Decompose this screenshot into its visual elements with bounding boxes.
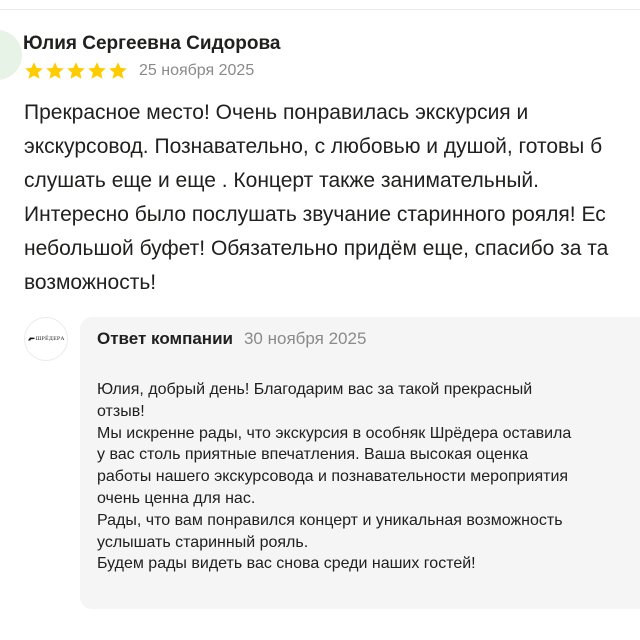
- text-line: небольшой буфет! Обязательно придём еще,…: [24, 237, 609, 260]
- review-author-name[interactable]: Юлия Сергеевна Сидорова: [23, 33, 280, 55]
- text-line: Юлия, добрый день! Благодарим вас за так…: [97, 381, 533, 398]
- review-text: Прекрасное место! Очень понравилась экск…: [24, 96, 640, 300]
- text-line: очень ценна для нас.: [97, 489, 256, 507]
- star-icon: [67, 62, 85, 79]
- reply-date: 30 ноября 2025: [243, 329, 367, 348]
- company-reply-card: Ответ компании 30 ноября 2025 Юлия, добр…: [80, 317, 640, 609]
- company-logo[interactable]: ШРЁДЕРА: [24, 317, 68, 361]
- rating-row: 25 ноября 2025: [24, 61, 254, 81]
- text-line: Будем рады видеть вас снова среди наших …: [97, 555, 476, 573]
- text-line: работы нашего экскурсовода и познаватель…: [97, 468, 569, 486]
- company-logo-text: ШРЁДЕРА: [35, 336, 65, 342]
- review-page: Юлия Сергеевна Сидорова 25 ноября 2025 П…: [0, 0, 640, 640]
- star-icon: [25, 62, 43, 79]
- star-icon: [46, 62, 64, 79]
- divider: [0, 9, 640, 10]
- text-line: слушать еще и еще . Концерт также занима…: [24, 169, 539, 192]
- star-icon: [88, 62, 106, 79]
- star-icon: [109, 62, 127, 79]
- rating-stars: [24, 61, 128, 81]
- text-line: экскурсовод. Познавательно, с любовью и …: [24, 135, 603, 158]
- reply-header: Ответ компании 30 ноября 2025: [97, 329, 366, 351]
- text-line: Прекрасное место! Очень понравилась экск…: [24, 101, 529, 124]
- reply-author-label[interactable]: Ответ компании: [97, 329, 233, 349]
- text-line: Интересно было послушать звучание старин…: [24, 203, 606, 226]
- text-line: у вас столь приятные впечатления. Ваша в…: [97, 446, 529, 464]
- avatar[interactable]: [0, 30, 22, 80]
- reply-text: Юлия, добрый день! Благодарим вас за так…: [97, 379, 571, 575]
- text-line: Мы искренне рады, что экскурсия в особня…: [97, 424, 572, 442]
- review-date: 25 ноября 2025: [139, 62, 255, 79]
- text-line: услышать старинный рояль.: [97, 533, 309, 551]
- text-line: возможность!: [24, 271, 157, 294]
- piano-mark-icon: [27, 337, 34, 341]
- text-line: отзыв!: [97, 402, 145, 420]
- text-line: Рады, что вам понравился концерт и уника…: [97, 511, 563, 529]
- company-logo-wordmark: ШРЁДЕРА: [27, 336, 65, 342]
